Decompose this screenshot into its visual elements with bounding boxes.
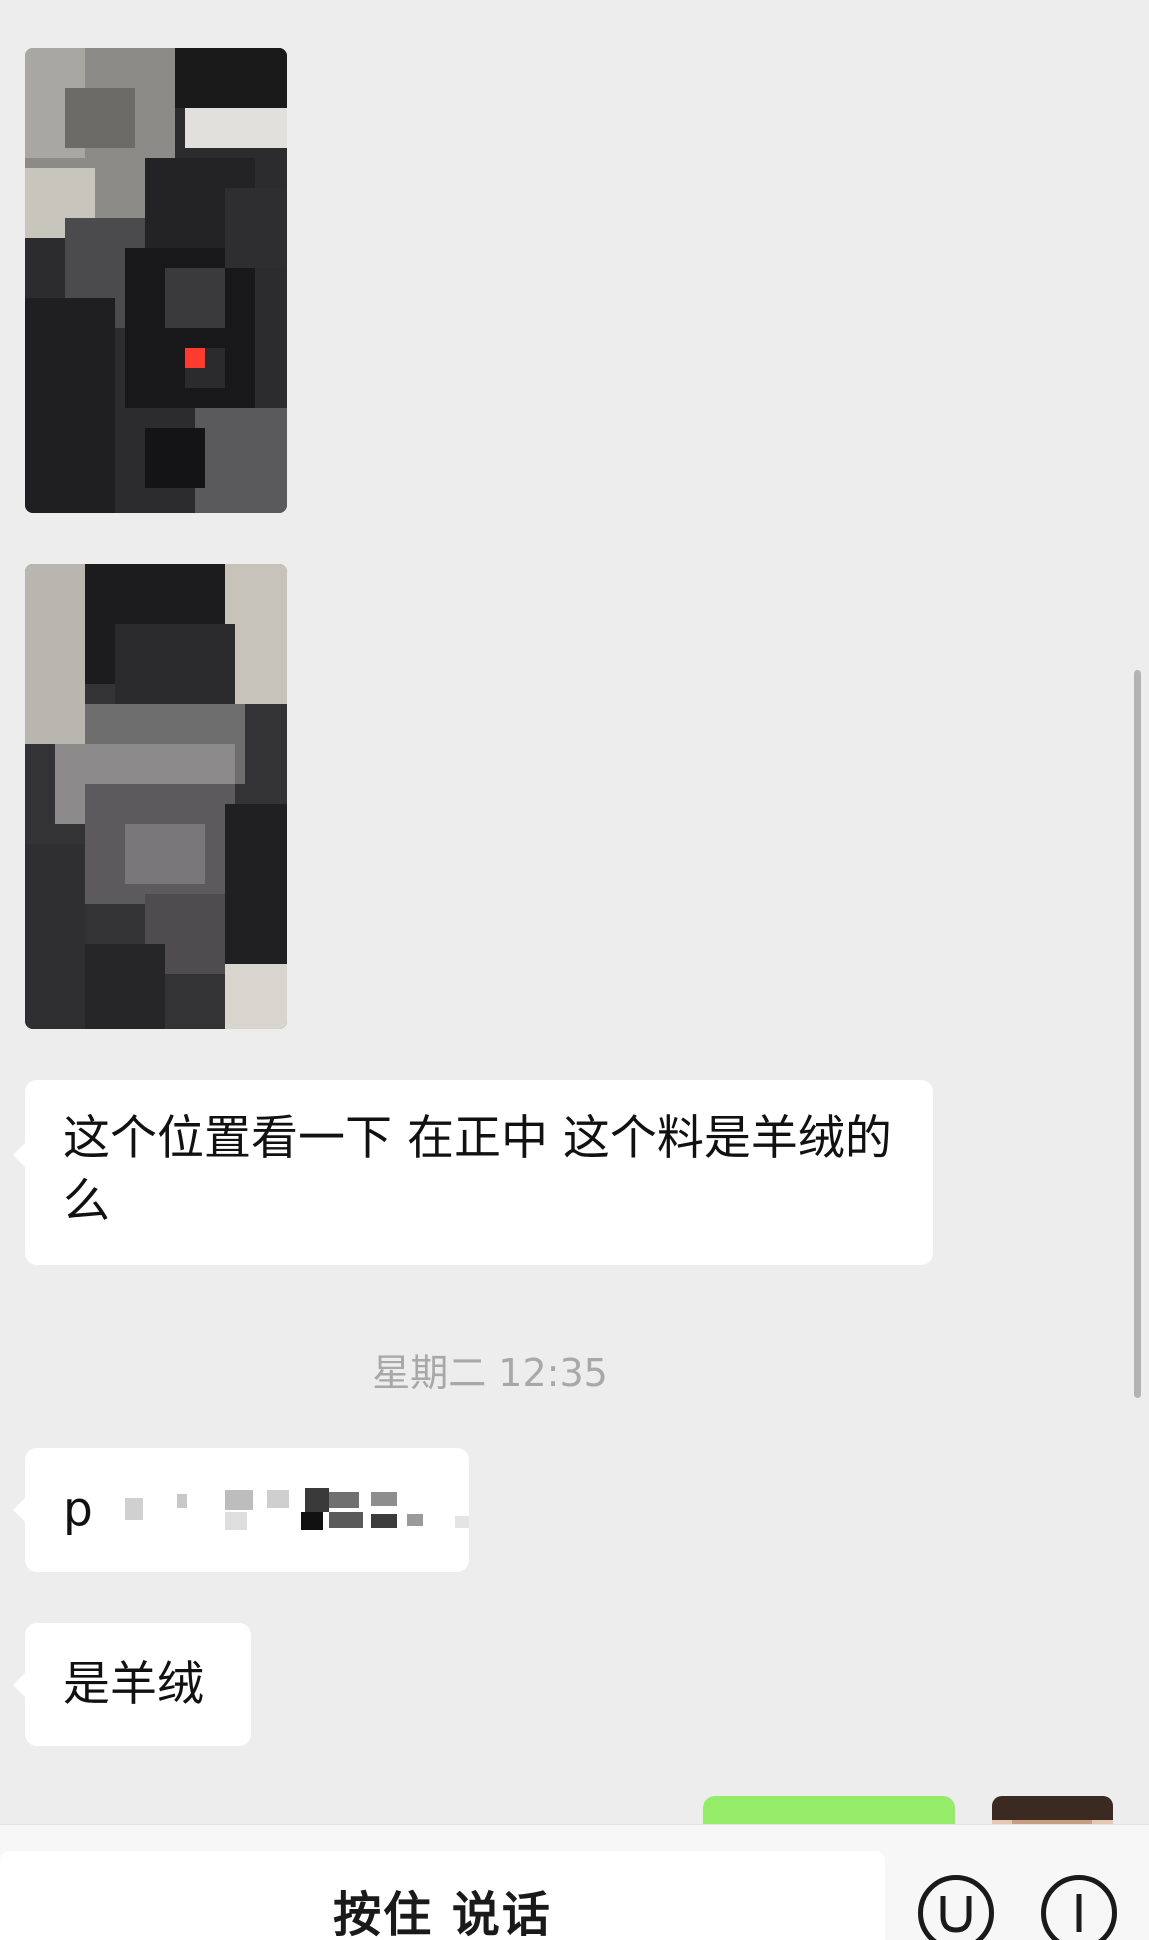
message-text: 这个位置看一下 在正中 这个料是羊绒的么: [63, 1111, 892, 1229]
image-message-2[interactable]: [25, 564, 287, 1029]
text-message-3[interactable]: 是羊绒: [13, 1623, 251, 1746]
message-text: p: [63, 1482, 93, 1537]
message-text: 是羊绒: [63, 1657, 204, 1712]
pixelated-photo: [25, 48, 287, 513]
image-message-1[interactable]: [25, 48, 287, 513]
pixelated-photo: [25, 564, 287, 1029]
text-message-2[interactable]: p: [13, 1448, 469, 1572]
message-timestamp: 星期二 12:35: [372, 1351, 608, 1395]
scrollbar[interactable]: [1134, 670, 1141, 1398]
pixelated-text-icon: [125, 1484, 515, 1544]
smiley-icon[interactable]: [918, 1875, 994, 1940]
text-message-1[interactable]: 这个位置看一下 在正中 这个料是羊绒的么: [13, 1080, 933, 1265]
chat-screen: 这个位置看一下 在正中 这个料是羊绒的么 星期二 12:35 p 是羊绒 按住 …: [0, 0, 1149, 1940]
hold-to-talk-button[interactable]: 按住 说话: [0, 1851, 885, 1940]
plus-icon[interactable]: [1041, 1875, 1117, 1940]
input-bar: 按住 说话: [0, 1824, 1149, 1940]
